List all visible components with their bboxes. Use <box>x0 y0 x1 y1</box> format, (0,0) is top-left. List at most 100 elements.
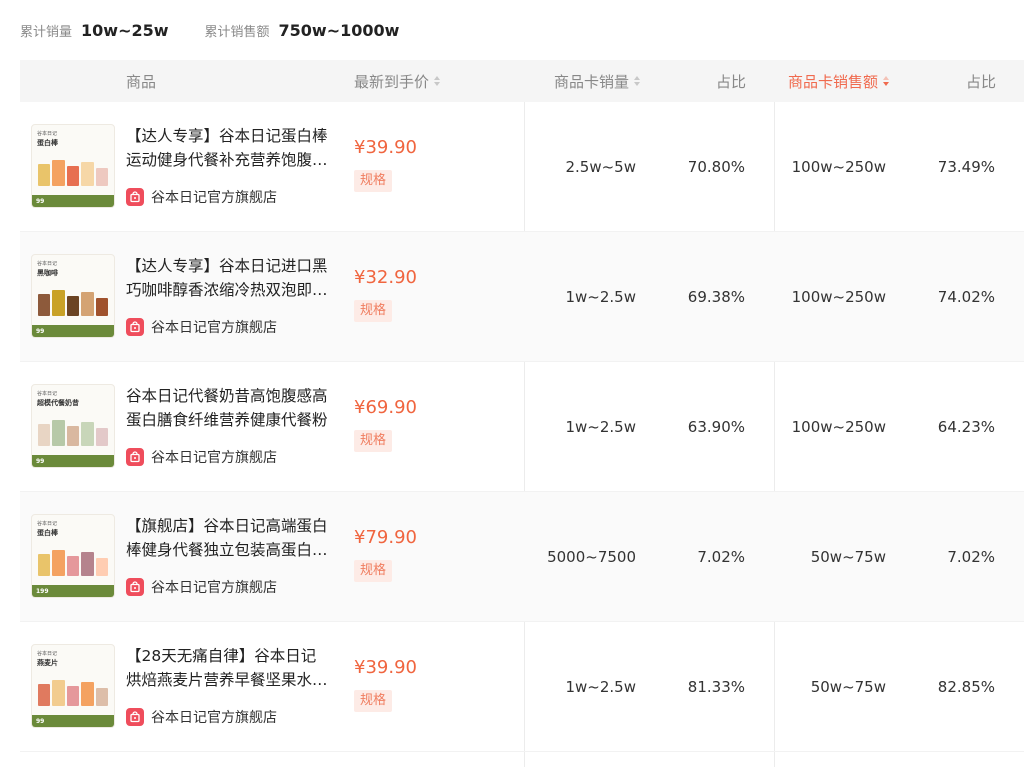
thumb-brand: 谷本日记 <box>37 651 58 657</box>
product-title[interactable]: 【旗舰店】谷本日记高端蛋白棒健身代餐独立包装高蛋白零食 <box>126 514 331 562</box>
product-thumbnail[interactable]: 谷本日记 燕麦片 99 <box>31 644 115 728</box>
thumb-price: 99 <box>36 457 45 465</box>
thumb-price-bar: 199 <box>32 585 114 597</box>
product-box <box>66 296 80 316</box>
header-card-revenue-label: 商品卡销售额 <box>788 72 879 91</box>
total-revenue-stat: 累计销售额 750w~1000w <box>205 21 400 40</box>
thumb-price: 199 <box>36 587 49 595</box>
thumb-brand: 谷本日记 <box>37 261 58 267</box>
table-row[interactable]: 谷本日记 蛋白棒 99 【达人专享】谷本日记蛋白棒运动健身代餐补充营养饱腹能量棒… <box>20 102 1024 232</box>
card-revenue-value: 50w~75w <box>810 548 886 566</box>
header-card-sales-share: 占比 <box>716 60 746 102</box>
product-box <box>95 688 109 706</box>
latest-price: ¥69.90 <box>354 397 417 418</box>
product-boxes <box>38 418 109 446</box>
thumb-product-name: 黑咖啡 <box>37 269 58 277</box>
shop-link[interactable]: 谷本日记官方旗舰店 <box>126 707 277 727</box>
shop-name: 谷本日记官方旗舰店 <box>151 190 277 206</box>
product-box <box>52 550 65 576</box>
product-title[interactable]: 谷本日记代餐奶昔高饱腹感高蛋白膳食纤维营养健康代餐粉 <box>126 384 331 432</box>
sort-desc-icon[interactable] <box>883 75 890 87</box>
spec-button[interactable]: 规格 <box>354 430 393 452</box>
thumb-price-bar: 99 <box>32 715 114 727</box>
card-sales-share-value: 63.90% <box>687 418 745 436</box>
spec-button[interactable]: 规格 <box>354 300 393 322</box>
card-sales-share-value: 7.02% <box>697 548 745 566</box>
product-thumbnail[interactable]: 谷本日记 黑咖啡 99 <box>31 254 115 338</box>
product-box <box>38 294 51 316</box>
product-box <box>95 168 109 186</box>
thumb-product-name: 超模代餐奶昔 <box>37 399 79 407</box>
card-sales-value: 1w~2.5w <box>565 678 636 696</box>
shop-bag-icon <box>126 708 144 726</box>
card-revenue-share-value: 74.02% <box>937 288 995 306</box>
thumb-price: 99 <box>36 327 45 335</box>
product-box <box>38 424 51 446</box>
card-sales-value: 1w~2.5w <box>565 288 636 306</box>
product-box <box>95 428 109 446</box>
product-box <box>81 552 94 576</box>
product-box <box>81 162 94 186</box>
thumb-price-bar: 99 <box>32 325 114 337</box>
thumb-price-bar: 99 <box>32 195 114 207</box>
table-row[interactable]: 谷本日记 蛋白棒 199 【旗舰店】谷本日记高端蛋白棒健身代餐独立包装高蛋白零食… <box>20 492 1024 622</box>
product-boxes <box>38 158 109 186</box>
shop-name: 谷本日记官方旗舰店 <box>151 710 277 726</box>
total-revenue-value: 750w~1000w <box>278 20 400 40</box>
product-box <box>66 556 80 576</box>
table-row[interactable]: 谷本日记 黑咖啡 99 【达人专享】谷本日记进口黑巧咖啡醇香浓缩冷热双泡即溶咖啡… <box>20 232 1024 362</box>
spec-button[interactable]: 规格 <box>354 560 393 582</box>
shop-link[interactable]: 谷本日记官方旗舰店 <box>126 577 277 597</box>
header-card-sales-share-label: 占比 <box>715 72 746 91</box>
shop-link[interactable]: 谷本日记官方旗舰店 <box>126 447 277 467</box>
shop-name: 谷本日记官方旗舰店 <box>151 450 277 466</box>
product-box <box>52 680 65 706</box>
product-box <box>52 290 65 316</box>
product-box <box>38 164 51 186</box>
shop-link[interactable]: 谷本日记官方旗舰店 <box>126 317 277 337</box>
product-thumbnail[interactable]: 谷本日记 蛋白棒 199 <box>31 514 115 598</box>
spec-button[interactable]: 规格 <box>354 170 393 192</box>
table-row[interactable]: 谷本日记 燕麦片 99 【28天无痛自律】谷本日记烘焙燕麦片营养早餐坚果水果麦片… <box>20 622 1024 752</box>
product-boxes <box>38 548 109 576</box>
product-box <box>66 426 80 446</box>
shop-bag-icon <box>126 318 144 336</box>
header-price-label: 最新到手价 <box>354 72 430 91</box>
product-thumbnail[interactable]: 谷本日记 超模代餐奶昔 99 <box>31 384 115 468</box>
card-revenue-value: 100w~250w <box>791 288 886 306</box>
total-sales-label: 累计销量 <box>20 24 73 40</box>
header-card-sales-label: 商品卡销量 <box>554 72 630 91</box>
product-title[interactable]: 【达人专享】谷本日记蛋白棒运动健身代餐补充营养饱腹能量棒 <box>126 124 331 172</box>
product-box <box>52 160 65 186</box>
product-boxes <box>38 678 109 706</box>
shop-bag-icon <box>126 578 144 596</box>
spec-button[interactable]: 规格 <box>354 690 393 712</box>
card-sales-share-value: 81.33% <box>687 678 745 696</box>
card-sales-value: 1w~2.5w <box>565 418 636 436</box>
card-revenue-value: 50w~75w <box>810 678 886 696</box>
thumb-brand: 谷本日记 <box>37 521 58 527</box>
header-product: 商品 <box>126 60 156 102</box>
latest-price: ¥39.90 <box>354 137 417 158</box>
card-revenue-share-value: 82.85% <box>937 678 995 696</box>
table-row[interactable]: 谷本日记 超模代餐奶昔 99 谷本日记代餐奶昔高饱腹感高蛋白膳食纤维营养健康代餐… <box>20 362 1024 492</box>
card-revenue-value: 100w~250w <box>791 158 886 176</box>
shop-link[interactable]: 谷本日记官方旗舰店 <box>126 187 277 207</box>
product-title[interactable]: 【28天无痛自律】谷本日记烘焙燕麦片营养早餐坚果水果麦片 <box>126 644 331 692</box>
sort-icon[interactable] <box>634 75 641 87</box>
product-box <box>38 684 51 706</box>
latest-price: ¥32.90 <box>354 267 417 288</box>
thumb-product-name: 蛋白棒 <box>37 529 58 537</box>
product-thumbnail[interactable]: 谷本日记 蛋白棒 99 <box>31 124 115 208</box>
header-card-sales[interactable]: 商品卡销量 <box>554 60 641 102</box>
card-sales-share-value: 69.38% <box>687 288 745 306</box>
product-box <box>95 558 109 576</box>
product-title[interactable]: 【达人专享】谷本日记进口黑巧咖啡醇香浓缩冷热双泡即溶咖啡 <box>126 254 331 302</box>
product-box <box>66 166 80 186</box>
card-revenue-share-value: 7.02% <box>947 548 995 566</box>
header-price[interactable]: 最新到手价 <box>354 60 441 102</box>
thumb-price: 99 <box>36 717 45 725</box>
sort-icon[interactable] <box>434 75 441 87</box>
header-card-revenue[interactable]: 商品卡销售额 <box>788 60 890 102</box>
shop-bag-icon <box>126 448 144 466</box>
